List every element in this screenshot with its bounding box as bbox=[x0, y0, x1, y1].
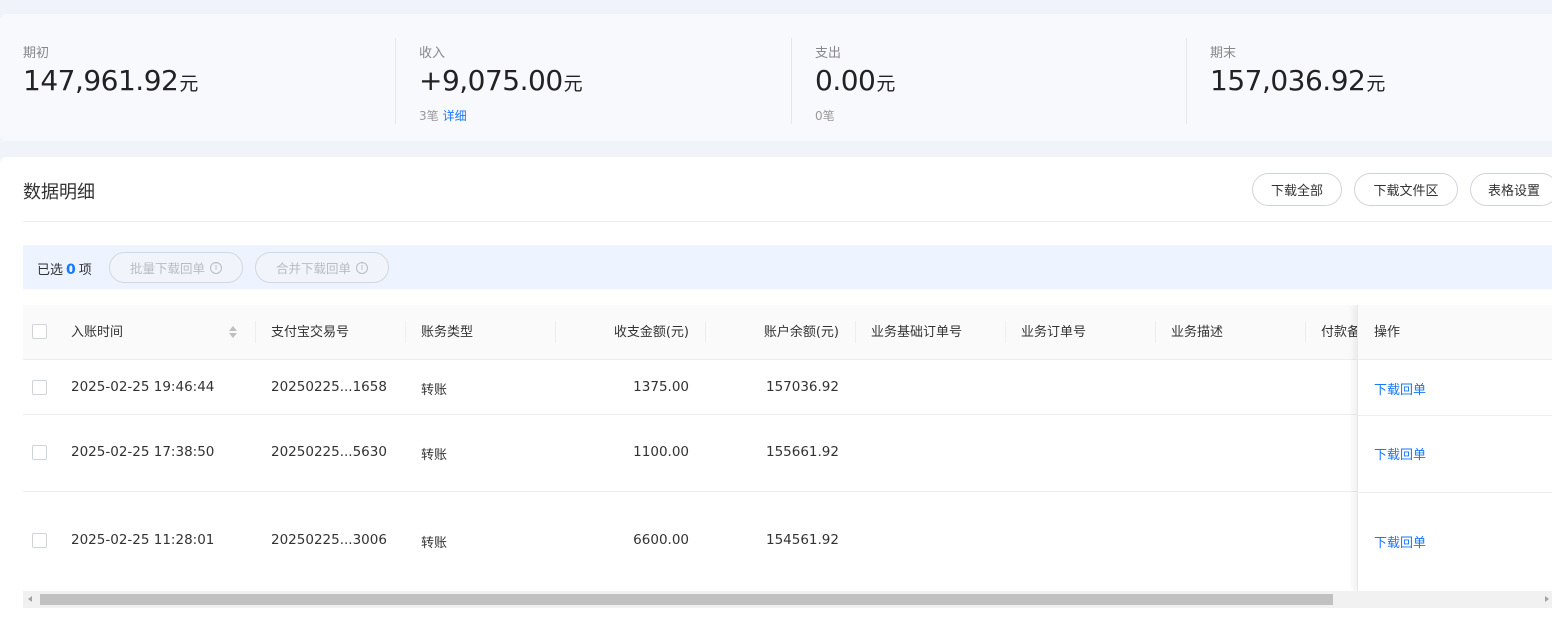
selection-count: 0 bbox=[66, 262, 76, 278]
download-all-button[interactable]: 下载全部 bbox=[1252, 173, 1342, 206]
col-remark: 付款备 bbox=[1321, 325, 1361, 340]
action-column-header: 操作 bbox=[1358, 305, 1552, 360]
details-card: 数据明细 下载全部 下载文件区 表格设置 已选 0 项 批量下载回单 i 合并下载回单… bbox=[0, 157, 1552, 627]
cell-type: 转账 bbox=[421, 448, 448, 463]
sort-icon[interactable] bbox=[229, 326, 237, 338]
stat-opening-value: 147,961.92元 bbox=[23, 64, 198, 97]
cell-trade-no: 20250225...3006 bbox=[271, 532, 387, 548]
cell-time: 2025-02-25 19:46:44 bbox=[71, 379, 215, 395]
selection-prefix: 已选 bbox=[37, 263, 64, 278]
stat-income-label: 收入 bbox=[419, 46, 446, 61]
stat-expense: 支出 0.00元 0笔 bbox=[815, 14, 1185, 141]
col-separator bbox=[255, 321, 256, 343]
scrollbar-thumb[interactable] bbox=[40, 594, 1333, 605]
cell-type: 转账 bbox=[421, 536, 448, 551]
selection-label: 已选 0 项 bbox=[37, 259, 92, 278]
info-icon: i bbox=[210, 261, 222, 274]
cell-time: 2025-02-25 11:28:01 bbox=[71, 532, 215, 548]
stat-opening-unit: 元 bbox=[179, 73, 199, 95]
stat-income: 收入 +9,075.00元 3笔 详细 bbox=[419, 14, 789, 141]
action-column: 操作 下载回单 下载回单 下载回单 bbox=[1357, 305, 1552, 591]
horizontal-scrollbar[interactable] bbox=[23, 591, 1552, 608]
table-settings-button[interactable]: 表格设置 bbox=[1470, 173, 1552, 206]
info-icon: i bbox=[356, 261, 368, 274]
stat-expense-number: 0.00 bbox=[815, 64, 876, 97]
selection-bar: 已选 0 项 批量下载回单 i 合并下载回单 i bbox=[23, 245, 1552, 289]
stat-divider bbox=[395, 38, 396, 124]
col-separator bbox=[855, 321, 856, 343]
stat-expense-sub: 0笔 bbox=[815, 107, 835, 124]
stat-closing-value: 157,036.92元 bbox=[1210, 64, 1385, 97]
row-divider bbox=[1358, 492, 1552, 493]
stat-income-unit: 元 bbox=[563, 73, 583, 95]
stat-opening: 期初 147,961.92元 bbox=[23, 14, 393, 141]
row-checkbox[interactable] bbox=[32, 533, 47, 548]
stat-closing-number: 157,036.92 bbox=[1210, 64, 1366, 97]
scroll-right-icon[interactable] bbox=[1545, 596, 1549, 602]
col-type: 账务类型 bbox=[421, 325, 474, 340]
select-all-checkbox[interactable] bbox=[32, 324, 47, 339]
stat-income-count: 3笔 bbox=[419, 109, 439, 123]
stat-expense-unit: 元 bbox=[876, 73, 896, 95]
batch-download-button[interactable]: 批量下载回单 i bbox=[109, 252, 243, 283]
batch-download-label: 批量下载回单 bbox=[129, 261, 205, 276]
stat-closing-unit: 元 bbox=[1366, 73, 1386, 95]
cell-time: 2025-02-25 17:38:50 bbox=[71, 444, 215, 460]
col-balance: 账户余额(元) bbox=[763, 325, 839, 340]
table-row: 2025-02-25 11:28:01 20250225...3006 转账 6… bbox=[23, 492, 1552, 591]
col-trade-no: 支付宝交易号 bbox=[271, 325, 350, 340]
stat-income-value: +9,075.00元 bbox=[419, 64, 583, 97]
row-divider bbox=[1358, 415, 1552, 416]
table-row: 2025-02-25 17:38:50 20250225...5630 转账 1… bbox=[23, 415, 1552, 492]
stat-closing: 期末 157,036.92元 bbox=[1210, 14, 1540, 141]
table-row: 2025-02-25 19:46:44 20250225...1658 转账 1… bbox=[23, 360, 1552, 415]
download-receipt-link[interactable]: 下载回单 bbox=[1374, 532, 1426, 551]
data-table: 入账时间 支付宝交易号 账务类型 收支金额(元) 账户余额(元) 业务基础订单号… bbox=[23, 305, 1552, 591]
stat-opening-label: 期初 bbox=[23, 46, 50, 61]
cell-balance: 154561.92 bbox=[765, 532, 839, 548]
download-area-button[interactable]: 下载文件区 bbox=[1354, 173, 1458, 206]
col-amount: 收支金额(元) bbox=[613, 325, 689, 340]
stat-opening-number: 147,961.92 bbox=[23, 64, 179, 97]
cell-balance: 155661.92 bbox=[765, 444, 839, 460]
row-checkbox[interactable] bbox=[32, 445, 47, 460]
cell-balance: 157036.92 bbox=[765, 379, 839, 395]
col-separator bbox=[1155, 321, 1156, 343]
merge-download-button[interactable]: 合并下载回单 i bbox=[255, 252, 389, 283]
cell-type: 转账 bbox=[421, 383, 448, 398]
col-time[interactable]: 入账时间 bbox=[71, 305, 123, 360]
income-detail-link[interactable]: 详细 bbox=[443, 109, 467, 123]
scroll-left-icon[interactable] bbox=[28, 596, 32, 602]
stat-divider bbox=[1186, 38, 1187, 124]
col-desc: 业务描述 bbox=[1171, 325, 1224, 340]
stat-divider bbox=[791, 38, 792, 124]
cell-trade-no: 20250225...1658 bbox=[271, 379, 387, 395]
col-action: 操作 bbox=[1374, 325, 1401, 340]
stat-expense-value: 0.00元 bbox=[815, 64, 895, 97]
col-separator bbox=[1005, 321, 1006, 343]
col-order: 业务订单号 bbox=[1021, 325, 1087, 340]
selection-suffix: 项 bbox=[78, 263, 92, 278]
stat-expense-count: 0笔 bbox=[815, 109, 835, 123]
cell-amount: 6600.00 bbox=[633, 532, 689, 548]
merge-download-label: 合并下载回单 bbox=[275, 261, 351, 276]
table-header: 入账时间 支付宝交易号 账务类型 收支金额(元) 账户余额(元) 业务基础订单号… bbox=[23, 305, 1552, 360]
stat-closing-label: 期末 bbox=[1210, 46, 1237, 61]
summary-card: 期初 147,961.92元 收入 +9,075.00元 3笔 详细 支出 0.0… bbox=[0, 14, 1552, 141]
stat-expense-label: 支出 bbox=[815, 46, 842, 61]
details-title: 数据明细 bbox=[23, 182, 95, 203]
stat-income-sub: 3笔 详细 bbox=[419, 107, 467, 124]
cell-trade-no: 20250225...5630 bbox=[271, 444, 387, 460]
download-receipt-link[interactable]: 下载回单 bbox=[1374, 379, 1426, 398]
row-checkbox[interactable] bbox=[32, 380, 47, 395]
header-divider bbox=[23, 221, 1552, 222]
stat-income-number: +9,075.00 bbox=[419, 64, 563, 97]
download-receipt-link[interactable]: 下载回单 bbox=[1374, 444, 1426, 463]
cell-amount: 1100.00 bbox=[633, 444, 689, 460]
col-separator bbox=[405, 321, 406, 343]
col-base-order: 业务基础订单号 bbox=[871, 325, 963, 340]
col-separator bbox=[1305, 321, 1306, 343]
cell-amount: 1375.00 bbox=[633, 379, 689, 395]
